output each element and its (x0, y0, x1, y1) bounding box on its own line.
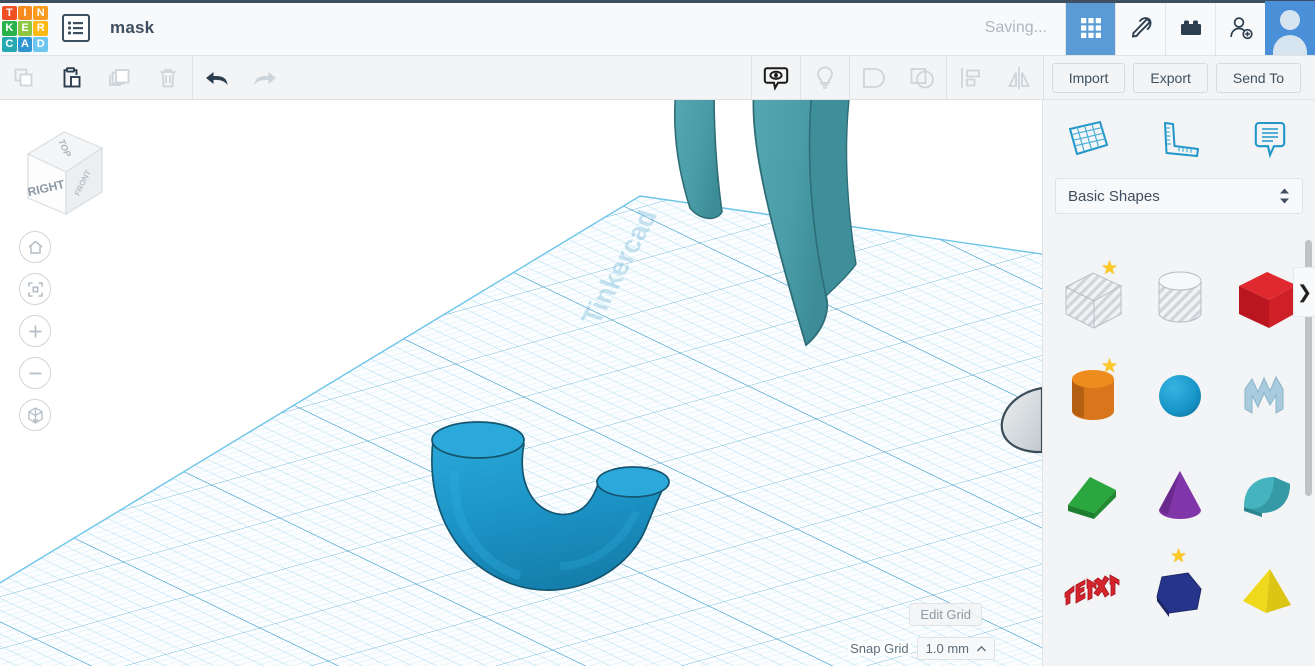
list-menu-icon[interactable] (62, 13, 90, 42)
import-button[interactable]: Import (1051, 62, 1126, 93)
delete-trash-icon[interactable] (144, 56, 192, 100)
snap-grid-label: Snap Grid (848, 641, 911, 656)
shape-library-grid: ★ ★ ★ (1043, 235, 1315, 666)
snap-grid-value: 1.0 mm (925, 641, 969, 656)
shape-star-icon: ★ (1100, 258, 1118, 279)
panel-collapse-toggle[interactable]: ❯ (1293, 267, 1315, 317)
logo-tile-C: C (2, 36, 17, 52)
lightbulb-icon[interactable] (801, 56, 849, 100)
app-header: T I N K E R C A D mask Saving... (0, 0, 1315, 56)
updown-chevron-icon (1280, 188, 1289, 204)
shape-category-label: Basic Shapes (1068, 187, 1160, 205)
ungroup-shapes-icon[interactable] (898, 56, 946, 100)
edit-grid-button[interactable]: Edit Grid (909, 603, 982, 626)
brick-icon[interactable] (1165, 0, 1215, 55)
edit-toolbar: Import Export Send To (0, 55, 1315, 100)
shape-cone[interactable] (1136, 445, 1223, 543)
undo-arrow-icon[interactable] (193, 56, 241, 100)
3d-viewport[interactable]: Tinkercad RIGHT TOP FRONT Edit Grid Snap… (0, 100, 1042, 666)
logo-tile-A: A (17, 36, 33, 52)
paste-icon[interactable] (48, 56, 96, 100)
snap-grid-select[interactable]: 1.0 mm (916, 637, 995, 660)
logo-tile-I: I (17, 5, 33, 21)
tinkercad-editor: T I N K E R C A D mask Saving... Import … (0, 0, 1315, 666)
view-cube[interactable]: RIGHT TOP FRONT (14, 118, 110, 224)
logo-tile-T: T (2, 5, 17, 21)
zoom-in-icon[interactable] (19, 315, 51, 347)
logo-tile-N: N (33, 5, 48, 21)
shape-category-select[interactable]: Basic Shapes (1055, 178, 1303, 214)
shape-scribble[interactable] (1223, 347, 1310, 445)
show-hide-eye-icon[interactable] (752, 56, 800, 100)
designs-grid-icon[interactable] (1065, 0, 1115, 55)
shapes-panel: Basic Shapes ★ ★ ★ (1042, 100, 1315, 666)
shape-sphere[interactable] (1136, 347, 1223, 445)
clipboard-tools (0, 56, 192, 100)
group-shapes-icon[interactable] (850, 56, 898, 100)
shape-star-icon: ★ (1169, 546, 1187, 567)
shape-partial-sphere-hole[interactable] (1223, 641, 1310, 666)
shape-partial-polygon[interactable] (1136, 641, 1223, 666)
fit-to-view-icon[interactable] (19, 273, 51, 305)
shape-cylinder[interactable]: ★ (1049, 347, 1136, 445)
ruler-icon[interactable] (1134, 100, 1225, 178)
shape-cylinder-hole[interactable] (1136, 249, 1223, 347)
perspective-toggle-icon[interactable] (19, 399, 51, 431)
shape-star-icon: ★ (1100, 356, 1118, 377)
history-tools (193, 56, 289, 100)
logo-tile-K: K (2, 21, 17, 36)
shape-roof[interactable] (1049, 445, 1136, 543)
workplane-scene: Tinkercad (0, 100, 1042, 666)
user-avatar[interactable] (1265, 0, 1315, 55)
align-icon[interactable] (947, 56, 995, 100)
home-view-icon[interactable] (19, 231, 51, 263)
shape-text[interactable] (1049, 543, 1136, 641)
panel-tool-icons (1043, 100, 1315, 178)
duplicate-icon[interactable] (96, 56, 144, 100)
add-person-icon[interactable] (1215, 0, 1265, 55)
codeblocks-pickaxe-icon[interactable] (1115, 0, 1165, 55)
shape-box-hole[interactable]: ★ (1049, 249, 1136, 347)
view-tools (752, 55, 1043, 100)
notes-icon[interactable] (1224, 100, 1315, 178)
redo-arrow-icon[interactable] (241, 56, 289, 100)
snap-grid-control: Snap Grid 1.0 mm (848, 637, 995, 660)
send-to-button[interactable]: Send To (1215, 62, 1301, 93)
shape-polygon[interactable]: ★ (1136, 543, 1223, 641)
logo-tile-R: R (33, 21, 48, 36)
save-status: Saving... (984, 18, 1047, 36)
mirror-flip-icon[interactable] (995, 56, 1043, 100)
shape-pyramid[interactable] (1223, 543, 1310, 641)
avatar-body (1273, 34, 1307, 55)
export-button[interactable]: Export (1133, 62, 1208, 93)
toolbar-divider-6 (1042, 55, 1044, 100)
zoom-out-icon[interactable] (19, 357, 51, 389)
workplane-grid-icon[interactable] (1043, 100, 1134, 178)
logo-tile-D: D (33, 36, 48, 52)
logo-tile-E: E (17, 21, 33, 36)
page-title: mask (110, 17, 155, 37)
shape-partial-left[interactable] (1049, 641, 1136, 666)
shape-round-roof[interactable] (1223, 445, 1310, 543)
tinkercad-logo[interactable]: T I N K E R C A D (2, 5, 48, 52)
avatar-head (1280, 9, 1300, 30)
copy-icon[interactable] (0, 56, 48, 100)
header-actions: Saving... (985, 0, 1315, 56)
chevron-up-icon (977, 645, 986, 651)
